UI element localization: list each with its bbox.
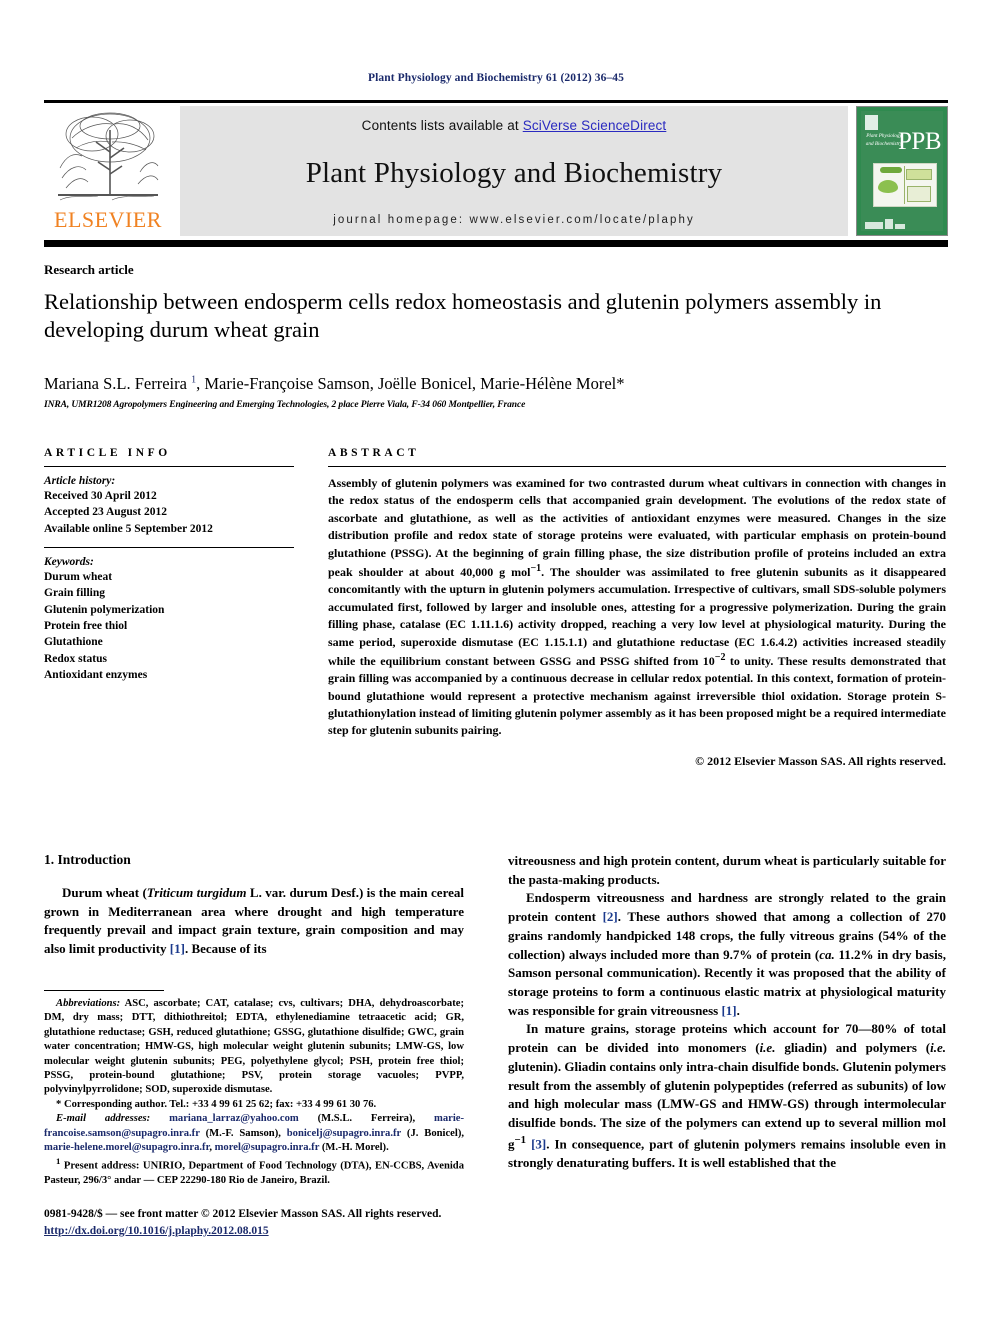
- list-item: Protein free thiol: [44, 619, 128, 632]
- paragraph: Endosperm vitreousness and hardness are …: [508, 890, 946, 1018]
- journal-article-page: Plant Physiology and Biochemistry 61 (20…: [0, 0, 992, 1323]
- cover-acronym: PPB: [898, 128, 941, 155]
- article-history-label: Article history:: [44, 475, 116, 487]
- paragraph: In mature grains, storage proteins which…: [508, 1021, 947, 1170]
- journal-cover-thumbnail[interactable]: Plant Physiology and Biochemistry PPB: [856, 106, 948, 236]
- footnote-rule: [44, 990, 164, 991]
- abstract-text: Assembly of glutenin polymers was examin…: [328, 476, 946, 738]
- section-heading-introduction: 1. Introduction: [44, 852, 131, 867]
- elsevier-tree-icon: [58, 112, 159, 201]
- doi-link[interactable]: http://dx.doi.org/10.1016/j.plaphy.2012.…: [44, 1225, 269, 1237]
- issn-copyright-line: 0981-9428/$ — see front matter © 2012 El…: [44, 1208, 442, 1220]
- footnote-email-addresses[interactable]: E-mail addresses: mariana_larraz@yahoo.c…: [44, 1112, 464, 1155]
- list-item: Grain filling: [44, 587, 106, 600]
- sciencedirect-link[interactable]: SciVerse ScienceDirect: [523, 118, 667, 133]
- list-item: Durum wheat: [44, 570, 113, 583]
- publisher-footer: 0981-9428/$ — see front matter © 2012 El…: [44, 1206, 484, 1239]
- list-item: Glutathione: [44, 636, 103, 649]
- body-column-right: vitreousness and high protein content, d…: [508, 852, 946, 1173]
- abstract-heading: ABSTRACT: [328, 447, 420, 459]
- contents-lists-line: Contents lists available at SciVerse Sci…: [362, 118, 667, 133]
- footnote-abbreviations: Abbreviations: ASC, ascorbate; CAT, cata…: [44, 998, 464, 1096]
- paragraph: vitreousness and high protein content, d…: [508, 853, 946, 887]
- page-title: Relationship between endosperm cells red…: [44, 289, 882, 343]
- journal-homepage-line[interactable]: journal homepage: www.elsevier.com/locat…: [333, 214, 695, 226]
- abstract-copyright: © 2012 Elsevier Masson SAS. All rights r…: [695, 753, 946, 768]
- elsevier-logo: ELSEVIER: [44, 106, 172, 236]
- journal-masthead: ELSEVIER Contents lists available at Sci…: [44, 100, 948, 247]
- body-column-left: 1. Introduction Durum wheat (Triticum tu…: [44, 852, 464, 959]
- list-item: Redox status: [44, 652, 107, 665]
- masthead-banner: Contents lists available at SciVerse Sci…: [180, 106, 848, 236]
- list-item: Glutenin polymerization: [44, 603, 165, 616]
- affiliation: INRA, UMR1208 Agropolymers Engineering a…: [44, 400, 526, 410]
- article-info-divider: [44, 466, 294, 467]
- abstract-column: ABSTRACT Assembly of glutenin polymers w…: [328, 447, 946, 769]
- article-history-list: Received 30 April 2012 Accepted 23 August…: [44, 488, 294, 537]
- list-item: Received 30 April 2012: [44, 490, 157, 502]
- article-info-heading: ARTICLE INFO: [44, 447, 171, 459]
- cover-footer-marks-icon: [865, 217, 911, 229]
- footnote-block: Abbreviations: ASC, ascorbate; CAT, cata…: [44, 990, 464, 1189]
- footnote-present-address: 1 Present address: UNIRIO, Department of…: [44, 1156, 464, 1187]
- keywords-list: Durum wheat Grain filling Glutenin polymer…: [44, 569, 294, 683]
- keywords-divider: [44, 546, 294, 548]
- keywords-label: Keywords:: [44, 555, 94, 568]
- intro-paragraph-1: Durum wheat (Triticum turgidum L. var. d…: [44, 885, 464, 957]
- running-head: Plant Physiology and Biochemistry 61 (20…: [368, 72, 624, 84]
- footnote-corresponding-author: * Corresponding author. Tel.: +33 4 99 6…: [56, 1098, 377, 1110]
- list-item: Antioxidant enzymes: [44, 668, 148, 681]
- journal-title: Plant Physiology and Biochemistry: [305, 156, 723, 189]
- elsevier-wordmark: ELSEVIER: [54, 207, 162, 232]
- article-info-column: ARTICLE INFO Article history: Received 3…: [44, 447, 294, 683]
- abstract-divider: [328, 466, 946, 467]
- author-list: Mariana S.L. Ferreira 1, Marie-Françoise…: [44, 374, 625, 393]
- masthead-top-rule: [44, 100, 948, 103]
- contents-prefix-label: Contents lists available at: [361, 118, 523, 133]
- cover-elsevier-mark-icon: [865, 115, 878, 130]
- article-type-label: Research article: [44, 262, 134, 277]
- masthead-bottom-rule: [44, 240, 948, 247]
- list-item: Accepted 23 August 2012: [44, 506, 167, 519]
- intro-right-paragraphs: vitreousness and high protein content, d…: [508, 852, 946, 1173]
- cover-figure-icon: [873, 163, 937, 207]
- list-item: Available online 5 September 2012: [44, 522, 213, 535]
